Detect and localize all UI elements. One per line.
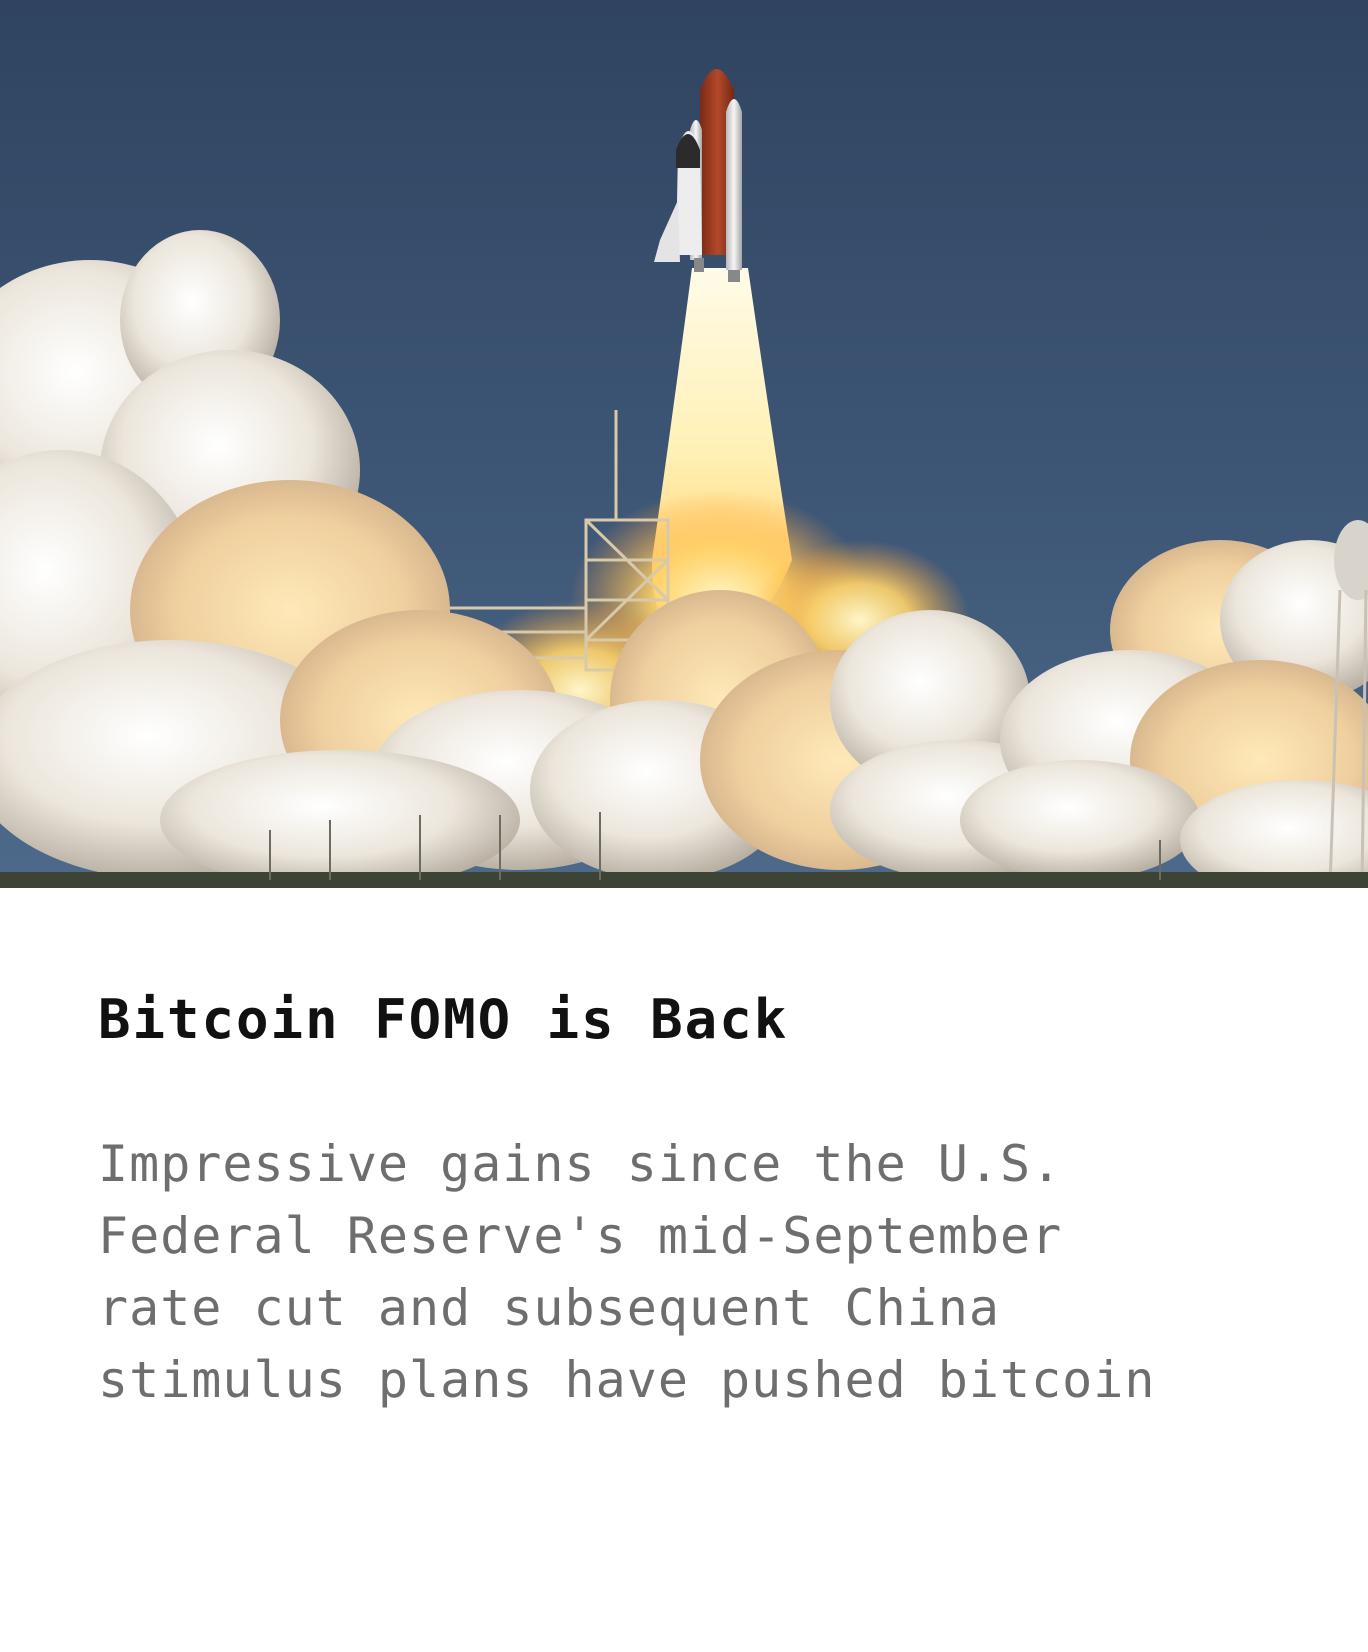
article-hero-image[interactable] xyxy=(0,0,1368,888)
summary-line: Federal Reserve's mid-September xyxy=(98,1207,1063,1265)
article-summary: Impressive gains since the U.S. Federal … xyxy=(98,1128,1298,1416)
article-title[interactable]: Bitcoin FOMO is Back xyxy=(98,988,788,1052)
summary-line: Impressive gains since the U.S. xyxy=(98,1135,1063,1193)
rocket-launch-photo xyxy=(0,0,1368,888)
summary-line: rate cut and subsequent China xyxy=(98,1279,1000,1337)
summary-line: stimulus plans have pushed bitcoin xyxy=(98,1351,1156,1409)
article-card[interactable]: Bitcoin FOMO is Back Impressive gains si… xyxy=(0,0,1368,1652)
